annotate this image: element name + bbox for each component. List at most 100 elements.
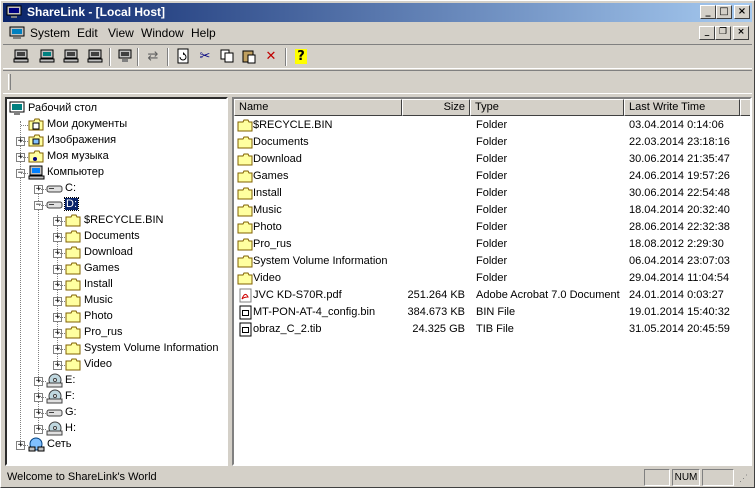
list-row[interactable]: System Volume Information Folder 06.04.201… <box>234 253 750 270</box>
close-button[interactable]: × <box>734 5 750 19</box>
cell-name: Games <box>253 170 289 182</box>
cell-time: 18.04.2014 20:32:40 <box>629 204 730 216</box>
status-panel-scroll <box>702 469 734 486</box>
tree-node[interactable]: + E: <box>7 373 226 389</box>
list-row[interactable]: obraz_C_2.tib 24.325 GB TIB File 31.05.2014… <box>234 321 750 338</box>
title-bar[interactable]: ShareLink - [Local Host] _ □ × <box>3 3 752 22</box>
list-row[interactable]: Music Folder 18.04.2014 20:32:40 <box>234 202 750 219</box>
list-row[interactable]: JVC KD-S70R.pdf 251.264 KB Adobe Acrobat 7… <box>234 287 750 304</box>
folder-icon <box>237 271 253 285</box>
list-row[interactable]: Video Folder 29.04.2014 11:04:54 <box>234 270 750 287</box>
cell-type: TIB File <box>476 323 514 335</box>
tree-node[interactable]: + Music <box>7 293 226 309</box>
column-header-filler <box>740 99 750 116</box>
toolbar-copy-button[interactable] <box>217 48 237 66</box>
tree-node[interactable]: + F: <box>7 389 226 405</box>
tree-node[interactable]: + C: <box>7 181 226 197</box>
tree-node[interactable]: + Games <box>7 261 226 277</box>
tree-node[interactable]: Мои документы <box>7 117 226 133</box>
toolbar-connect-button[interactable] <box>37 48 57 66</box>
tree-node[interactable]: − Компьютер <box>7 165 226 181</box>
tree-node[interactable]: − D: <box>7 197 226 213</box>
folder-icon <box>237 220 253 234</box>
folder-icon <box>65 309 82 324</box>
tree-node-label: G: <box>65 406 77 418</box>
cell-time: 29.04.2014 11:04:54 <box>629 272 730 284</box>
tree-node[interactable]: + G: <box>7 405 226 421</box>
folder-icon <box>65 261 82 276</box>
tree-node-label: Video <box>84 358 112 370</box>
tree-node[interactable]: + Pro_rus <box>7 325 226 341</box>
folder-icon <box>237 237 253 251</box>
folder-icon <box>65 277 82 292</box>
menu-help-label: Help <box>191 26 216 40</box>
toolbar-separator <box>109 48 111 66</box>
num-lock-indicator: NUM <box>674 472 698 483</box>
list-row[interactable]: Install Folder 30.06.2014 22:54:48 <box>234 185 750 202</box>
menu-view[interactable]: View <box>108 26 134 40</box>
music-icon <box>28 149 45 164</box>
tree-node-label: Сеть <box>47 438 72 450</box>
tree-node[interactable]: + System Volume Information <box>7 341 226 357</box>
list-row[interactable]: Download Folder 30.06.2014 21:35:47 <box>234 151 750 168</box>
child-minimize-button[interactable]: _ <box>699 26 715 40</box>
column-header-size[interactable]: Size <box>402 99 470 116</box>
toolbar-separator <box>285 48 287 66</box>
file-list[interactable]: Name Size Type Last Write Time $RECYCLE.… <box>232 97 752 466</box>
tree-line <box>58 301 65 302</box>
toolbar-grip[interactable] <box>8 74 11 90</box>
tree-node[interactable]: + Documents <box>7 229 226 245</box>
network-computer-icon <box>118 49 132 62</box>
toolbar-cut-button[interactable]: ✂ <box>195 48 215 66</box>
tree-node[interactable]: + Install <box>7 277 226 293</box>
list-row[interactable]: Photo Folder 28.06.2014 22:32:38 <box>234 219 750 236</box>
delete-icon: ✕ <box>265 49 277 64</box>
resize-grip-icon[interactable]: ⋰ <box>739 473 748 484</box>
my-documents-icon <box>28 117 45 132</box>
list-row[interactable]: Pro_rus Folder 18.08.2012 2:29:30 <box>234 236 750 253</box>
column-header-last-write-time[interactable]: Last Write Time <box>624 99 740 116</box>
folder-tree[interactable]: Рабочий стол Мои документы + Изображения + Мо… <box>5 97 228 466</box>
tree-node[interactable]: + Сеть <box>7 437 226 453</box>
toolbar-help-button[interactable]: ? <box>291 48 311 66</box>
tree-line <box>58 269 65 270</box>
menu-window[interactable]: Window <box>141 26 184 40</box>
menu-system[interactable]: System <box>30 26 70 40</box>
child-close-button[interactable]: × <box>733 26 749 40</box>
list-row[interactable]: Games Folder 24.06.2014 19:57:26 <box>234 168 750 185</box>
minimize-button[interactable]: _ <box>700 5 716 19</box>
toolbar-computer-button[interactable] <box>11 48 31 66</box>
maximize-button[interactable]: □ <box>716 5 732 19</box>
toolbar-delete-button[interactable]: ✕ <box>261 48 281 66</box>
document-window-icon[interactable] <box>9 25 25 41</box>
tree-node[interactable]: + Video <box>7 357 226 373</box>
refresh-icon <box>177 48 189 64</box>
tree-node[interactable]: + $RECYCLE.BIN <box>7 213 226 229</box>
column-header-name[interactable]: Name <box>234 99 402 116</box>
column-header-type[interactable]: Type <box>470 99 624 116</box>
list-row[interactable]: $RECYCLE.BIN Folder 03.04.2014 0:14:06 <box>234 117 750 134</box>
list-row[interactable]: MT-PON-AT-4_config.bin 384.673 KB BIN File… <box>234 304 750 321</box>
tree-node[interactable]: + H: <box>7 421 226 437</box>
list-row[interactable]: Documents Folder 22.03.2014 23:18:16 <box>234 134 750 151</box>
menu-help[interactable]: Help <box>191 26 216 40</box>
child-restore-button[interactable]: ❐ <box>715 26 731 40</box>
tree-line <box>21 141 28 142</box>
toolbar-transfer-button[interactable]: ⇄ <box>143 48 163 66</box>
tree-node[interactable]: + Download <box>7 245 226 261</box>
toolbar-paste-button[interactable] <box>239 48 259 66</box>
tree-node[interactable]: + Изображения <box>7 133 226 149</box>
tree-node-label: Изображения <box>47 134 117 146</box>
tree-node[interactable]: + Photo <box>7 309 226 325</box>
toolbar-remote-button[interactable] <box>85 48 105 66</box>
status-bar: Welcome to ShareLink's World NUM ⋰ <box>3 468 752 487</box>
cell-name: Music <box>253 204 282 216</box>
toolbar-disconnect-button[interactable] <box>61 48 81 66</box>
tree-node[interactable]: + Моя музыка <box>7 149 226 165</box>
toolbar-refresh-button[interactable] <box>173 48 193 66</box>
cell-name: Video <box>253 272 281 284</box>
folder-icon <box>237 169 253 183</box>
toolbar-network-button[interactable] <box>115 48 135 66</box>
menu-edit[interactable]: Edit <box>77 26 98 40</box>
tree-node[interactable]: Рабочий стол <box>7 101 226 117</box>
